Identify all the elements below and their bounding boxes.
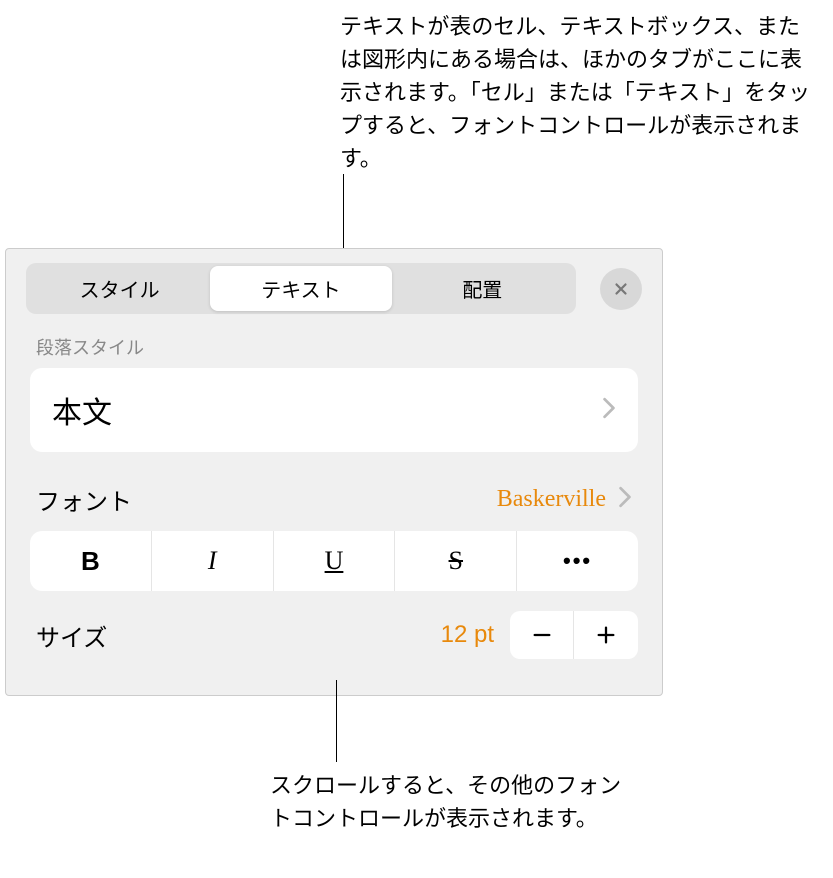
callout-bottom-text: スクロールすると、その他のフォントコントロールが表示されます。	[270, 769, 630, 835]
minus-icon	[531, 624, 553, 646]
bold-icon: B	[81, 546, 100, 577]
strikethrough-icon: S	[449, 546, 463, 576]
close-icon	[612, 280, 630, 298]
font-value-group: Baskerville	[497, 486, 632, 513]
font-value: Baskerville	[497, 486, 606, 513]
underline-button[interactable]: U	[274, 531, 396, 591]
tab-group: スタイル テキスト 配置	[26, 263, 576, 314]
paragraph-style-label: 段落スタイル	[6, 328, 662, 368]
text-style-button-group: B I U S •••	[30, 531, 638, 591]
underline-icon: U	[325, 546, 344, 576]
size-decrease-button[interactable]	[510, 611, 574, 659]
chevron-right-icon	[602, 397, 616, 424]
tab-arrange[interactable]: 配置	[392, 266, 573, 311]
size-stepper	[510, 611, 638, 659]
more-icon: •••	[563, 548, 592, 574]
italic-button[interactable]: I	[152, 531, 274, 591]
size-label: サイズ	[36, 618, 441, 653]
more-button[interactable]: •••	[517, 531, 638, 591]
font-label: フォント	[36, 482, 132, 517]
plus-icon	[595, 624, 617, 646]
panel-header: スタイル テキスト 配置	[6, 249, 662, 328]
callout-line-bottom	[336, 680, 337, 762]
italic-icon: I	[208, 546, 217, 576]
tab-text[interactable]: テキスト	[210, 266, 391, 311]
size-increase-button[interactable]	[574, 611, 638, 659]
size-value: 12 pt	[441, 621, 494, 649]
paragraph-style-value: 本文	[52, 388, 112, 432]
callout-line-top	[343, 174, 344, 249]
chevron-right-icon	[618, 486, 632, 513]
close-button[interactable]	[600, 268, 642, 310]
format-panel: スタイル テキスト 配置 段落スタイル 本文 フォント Baskerville	[5, 248, 663, 696]
callout-top-text: テキストが表のセル、テキストボックス、または図形内にある場合は、ほかのタブがここ…	[340, 10, 820, 175]
tab-style[interactable]: スタイル	[29, 266, 210, 311]
strikethrough-button[interactable]: S	[395, 531, 517, 591]
bold-button[interactable]: B	[30, 531, 152, 591]
paragraph-style-row[interactable]: 本文	[30, 368, 638, 452]
size-row: サイズ 12 pt	[6, 591, 662, 659]
font-row[interactable]: フォント Baskerville	[6, 478, 662, 531]
